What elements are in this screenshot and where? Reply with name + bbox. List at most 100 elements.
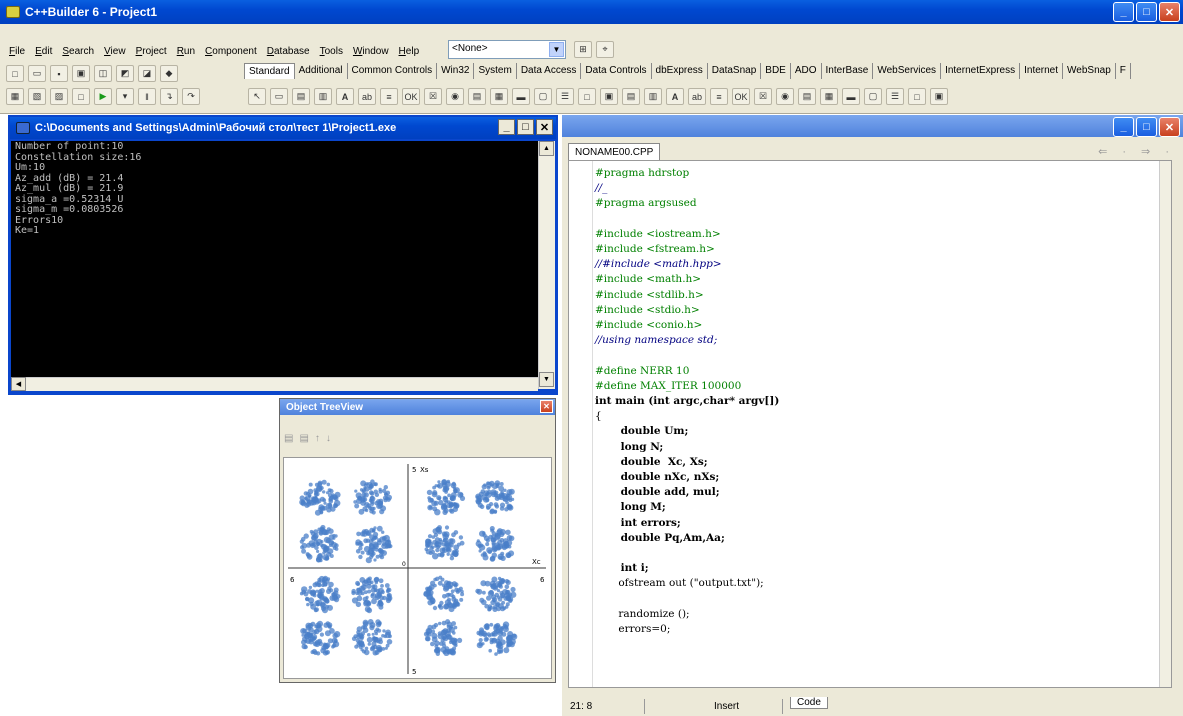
mainmenu-icon[interactable]: ▤ — [292, 88, 310, 105]
menu-project[interactable]: Project — [131, 44, 172, 62]
tab-additional[interactable]: Additional — [295, 63, 348, 79]
tab-common-controls[interactable]: Common Controls — [348, 63, 438, 79]
checkbox-icon-2[interactable]: ☒ — [754, 88, 772, 105]
move-up-icon[interactable]: ↑ — [315, 433, 320, 444]
tab-internet[interactable]: Internet — [1020, 63, 1064, 79]
panel-icon-2[interactable]: □ — [908, 88, 926, 105]
scrollbar-icon[interactable]: ▬ — [512, 88, 530, 105]
ide-title-bar[interactable]: C++Builder 6 - Project1 _ □ ✕ — [0, 0, 1183, 24]
tab-interbase[interactable]: InterBase — [822, 63, 874, 79]
actionlist-icon-2[interactable]: ▣ — [930, 88, 948, 105]
groupbox-icon[interactable]: ▢ — [534, 88, 552, 105]
menu-edit[interactable]: Edit — [30, 44, 57, 62]
listbox-icon[interactable]: ▤ — [468, 88, 486, 105]
run-dropdown-icon[interactable]: ▾ — [116, 88, 134, 105]
console-minimize-button[interactable]: _ — [498, 119, 515, 135]
radiogroup-icon[interactable]: ☰ — [556, 88, 574, 105]
console-maximize-button[interactable]: □ — [517, 119, 534, 135]
combobox-icon-2[interactable]: ▦ — [820, 88, 838, 105]
pointer-icon[interactable]: ↖ — [248, 88, 266, 105]
menu-help[interactable]: Help — [394, 44, 425, 62]
open-project-icon[interactable]: ◫ — [94, 65, 112, 82]
run-icon[interactable]: ▶ — [94, 88, 112, 105]
edit-icon-2[interactable]: ab — [688, 88, 706, 105]
add-to-project-icon[interactable]: ◩ — [116, 65, 134, 82]
tab-data-controls[interactable]: Data Controls — [581, 63, 652, 79]
menu-window[interactable]: Window — [348, 44, 394, 62]
save-icon[interactable]: ▪ — [50, 65, 68, 82]
tab-datasnap[interactable]: DataSnap — [708, 63, 762, 79]
menu-tools[interactable]: Tools — [315, 44, 348, 62]
tab-bde[interactable]: BDE — [761, 63, 791, 79]
edit-icon[interactable]: ab — [358, 88, 376, 105]
tab-more[interactable]: F — [1116, 63, 1131, 79]
help-icon[interactable]: ◆ — [160, 65, 178, 82]
view-unit-icon[interactable]: ▦ — [6, 88, 24, 105]
console-vertical-scrollbar[interactable]: ▲ ▼ — [538, 141, 555, 389]
move-down-icon[interactable]: ↓ — [326, 433, 331, 444]
nav-arrows-icon[interactable]: ⇐ · ⇒ · — [1098, 145, 1175, 158]
tab-websnap[interactable]: WebSnap — [1063, 63, 1116, 79]
mainmenu-icon-2[interactable]: ▤ — [622, 88, 640, 105]
label-icon[interactable]: A — [336, 88, 354, 105]
editor-vertical-scrollbar[interactable] — [1159, 161, 1171, 687]
tab-data-access[interactable]: Data Access — [517, 63, 582, 79]
menu-view[interactable]: View — [99, 44, 131, 62]
save-all-icon[interactable]: ▣ — [72, 65, 90, 82]
tab-webservices[interactable]: WebServices — [873, 63, 942, 79]
panel-icon[interactable]: □ — [578, 88, 596, 105]
trace-into-icon[interactable]: ↴ — [160, 88, 178, 105]
code-area[interactable]: #pragma hdrstop //_ #pragma argsused #inclu… — [568, 160, 1172, 688]
menu-component[interactable]: Component — [200, 44, 262, 62]
scroll-up-icon[interactable]: ▲ — [539, 141, 554, 156]
label-icon-2[interactable]: A — [666, 88, 684, 105]
scrollbar-icon-2[interactable]: ▬ — [842, 88, 860, 105]
tab-internetexpress[interactable]: InternetExpress — [941, 63, 1021, 79]
combobox-icon[interactable]: ▦ — [490, 88, 508, 105]
listbox-icon-2[interactable]: ▤ — [798, 88, 816, 105]
component-list-icon[interactable]: ⊞ — [574, 41, 592, 58]
chevron-down-icon[interactable]: ▼ — [549, 42, 564, 57]
delete-all-icon[interactable]: ▤ — [299, 433, 308, 444]
new-icon[interactable]: □ — [6, 65, 24, 82]
groupbox-icon-2[interactable]: ▢ — [864, 88, 882, 105]
tab-dbexpress[interactable]: dbExpress — [652, 63, 708, 79]
pin-icon[interactable]: ⌖ — [596, 41, 614, 58]
memo-icon-2[interactable]: ≡ — [710, 88, 728, 105]
radiogroup-icon-2[interactable]: ☰ — [886, 88, 904, 105]
checkbox-icon[interactable]: ☒ — [424, 88, 442, 105]
radiobutton-icon-2[interactable]: ◉ — [776, 88, 794, 105]
pause-icon[interactable]: ‖ — [138, 88, 156, 105]
tab-standard[interactable]: Standard — [244, 63, 295, 79]
menu-search[interactable]: Search — [57, 44, 99, 62]
memo-icon[interactable]: ≡ — [380, 88, 398, 105]
popupmenu-icon-2[interactable]: ▥ — [644, 88, 662, 105]
new-form-icon[interactable]: □ — [72, 88, 90, 105]
button-icon[interactable]: OK — [402, 88, 420, 105]
menu-run[interactable]: Run — [172, 44, 200, 62]
console-title-bar[interactable]: C:\Documents and Settings\Admin\Рабочий … — [10, 117, 556, 139]
toggle-form-icon[interactable]: ▨ — [50, 88, 68, 105]
tab-system[interactable]: System — [474, 63, 517, 79]
minimize-button[interactable]: _ — [1113, 2, 1134, 22]
editor-title-bar[interactable]: _ □ ✕ — [562, 115, 1183, 137]
tab-code[interactable]: Code — [790, 697, 828, 709]
tab-ado[interactable]: ADO — [791, 63, 822, 79]
view-form-icon[interactable]: ▧ — [28, 88, 46, 105]
console-close-button[interactable]: ✕ — [536, 119, 553, 135]
tab-win32[interactable]: Win32 — [437, 63, 475, 79]
tab-noname00-cpp[interactable]: NONAME00.CPP — [568, 143, 661, 161]
scroll-down-icon[interactable]: ▼ — [539, 372, 554, 387]
open-icon[interactable]: ▭ — [28, 65, 46, 82]
treeview-close-button[interactable]: ✕ — [540, 400, 553, 413]
scroll-left-icon[interactable]: ◀ — [11, 377, 26, 391]
treeview-title-bar[interactable]: Object TreeView ✕ — [280, 399, 555, 415]
button-icon-2[interactable]: OK — [732, 88, 750, 105]
delete-icon[interactable]: ▤ — [284, 433, 293, 444]
close-button[interactable]: ✕ — [1159, 2, 1180, 22]
step-over-icon[interactable]: ↷ — [182, 88, 200, 105]
editor-maximize-button[interactable]: □ — [1136, 117, 1157, 137]
editor-close-button[interactable]: ✕ — [1159, 117, 1180, 137]
actionlist-icon[interactable]: ▣ — [600, 88, 618, 105]
menu-file[interactable]: File — [4, 44, 30, 62]
